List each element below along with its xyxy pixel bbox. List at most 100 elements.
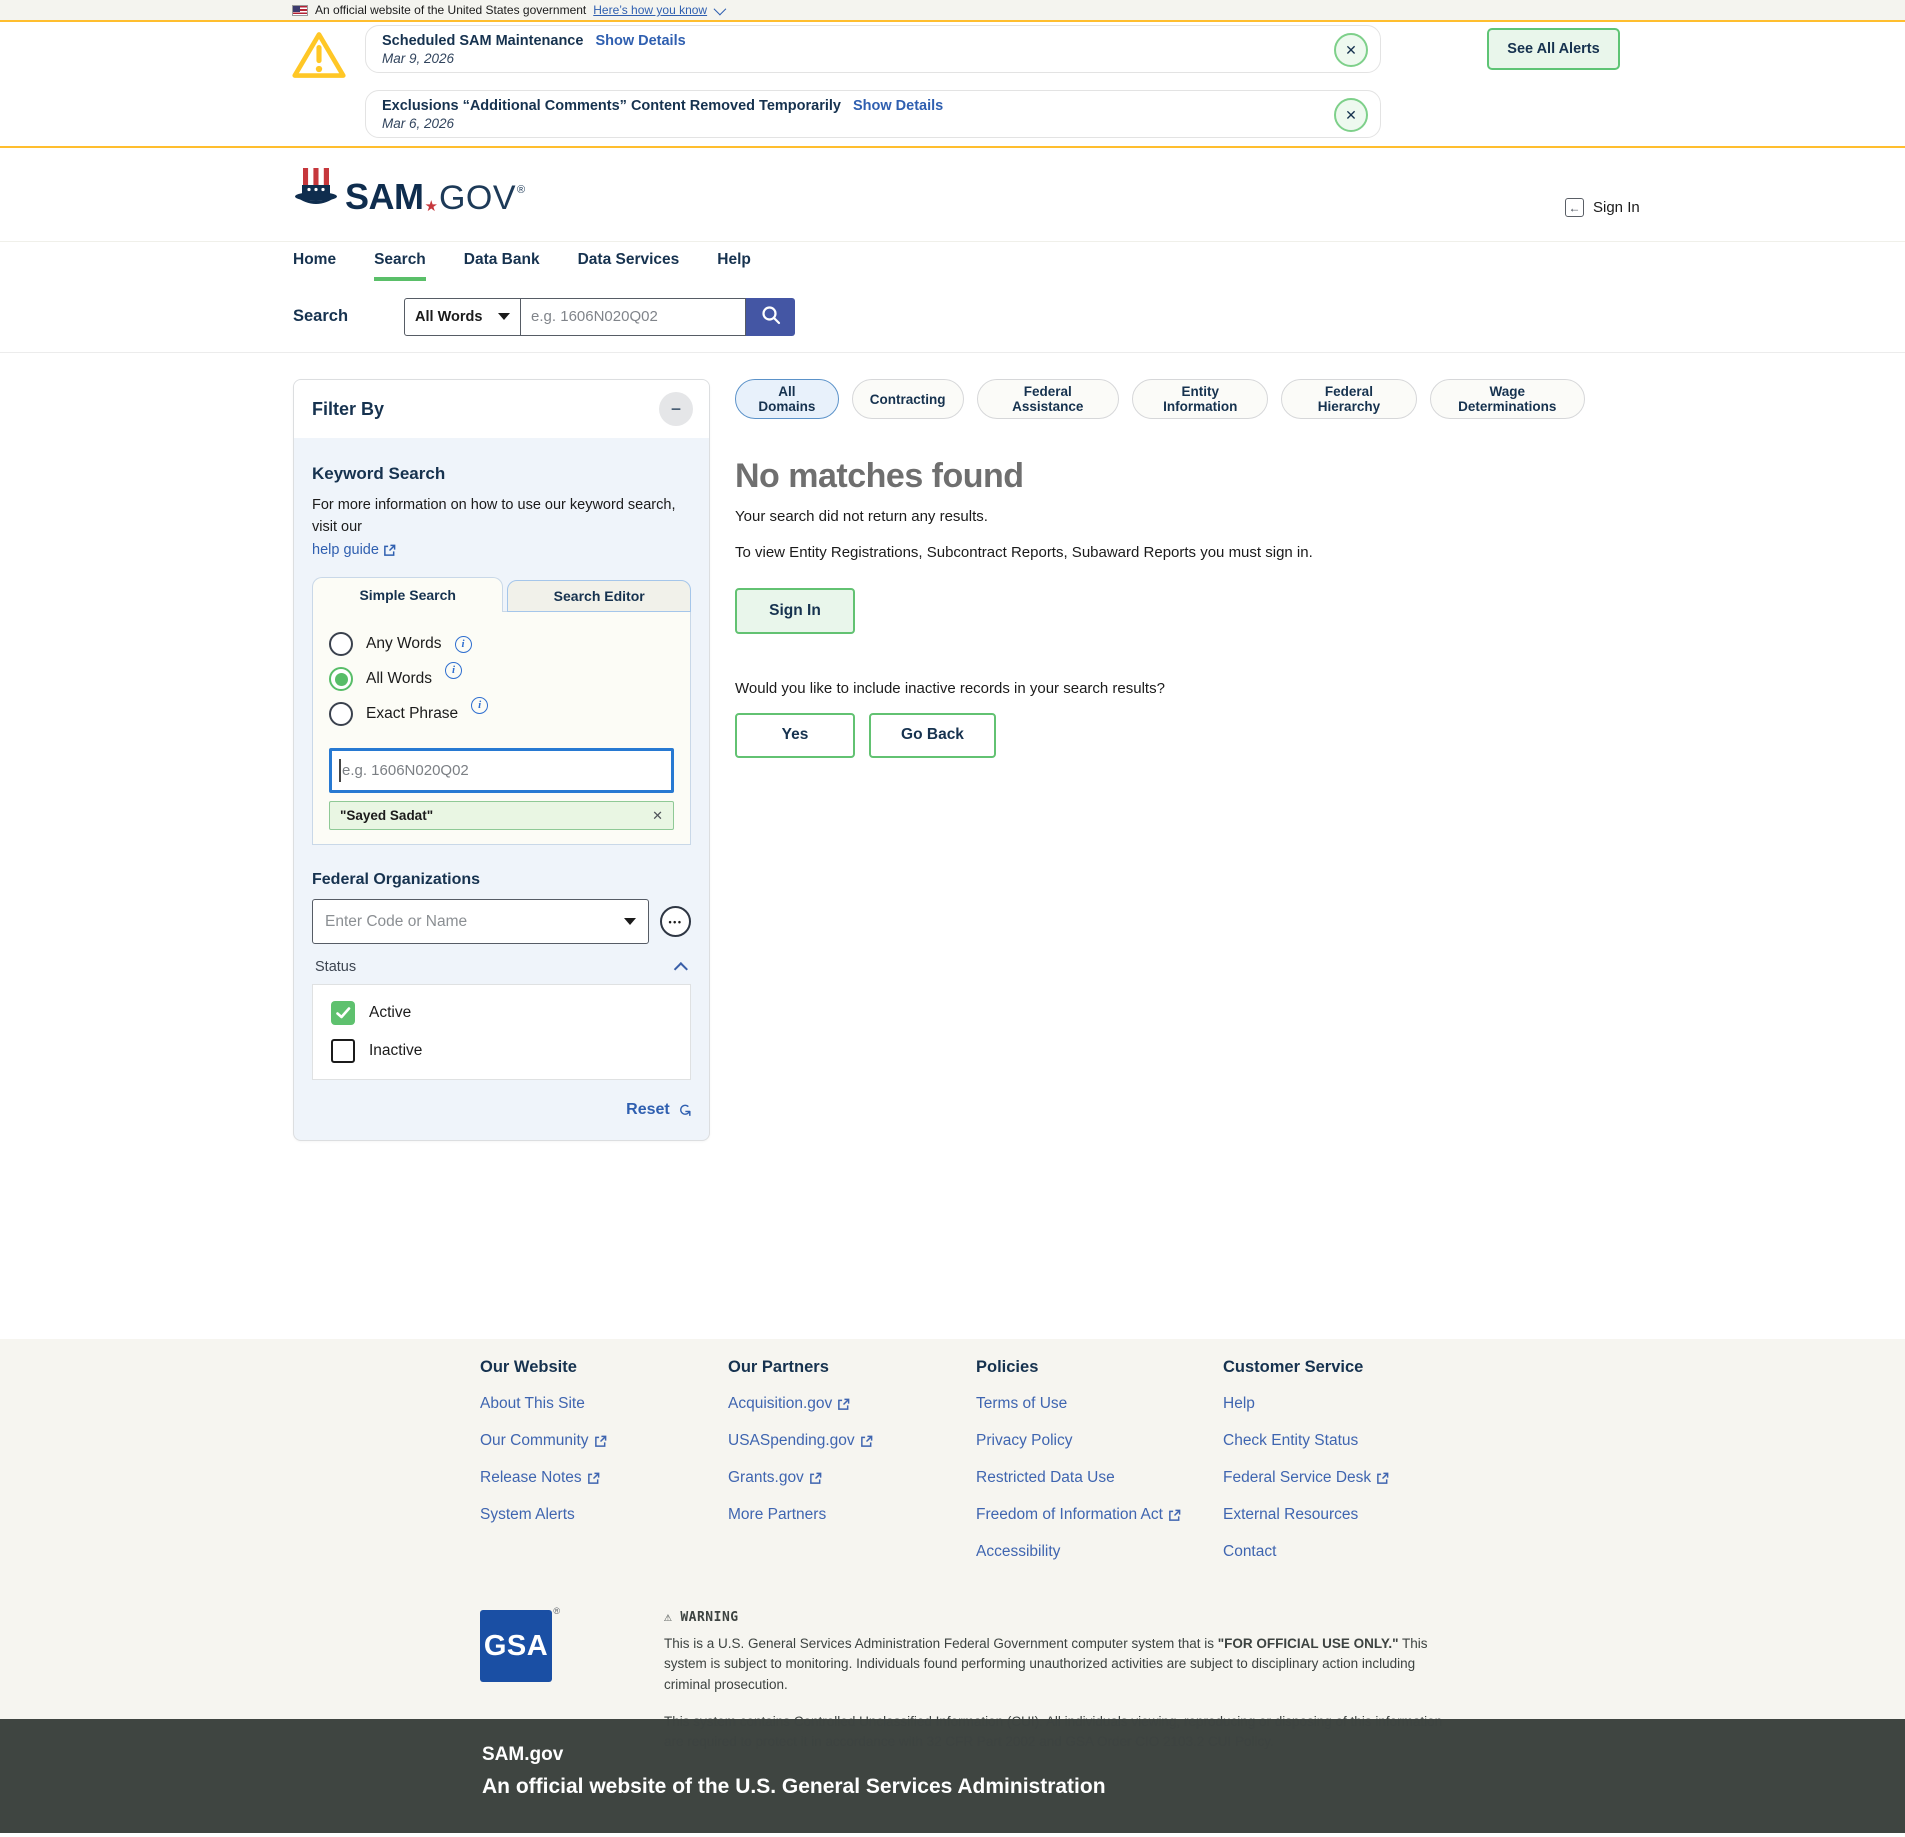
footer-link-contact[interactable]: Contact (1223, 1543, 1523, 1561)
nav-item-data-services[interactable]: Data Services (578, 242, 680, 281)
pill-federal-assistance[interactable]: Federal Assistance (977, 379, 1120, 419)
footer-link-federal-service-desk[interactable]: Federal Service Desk (1223, 1469, 1523, 1487)
footer-link-terms-of-use[interactable]: Terms of Use (976, 1395, 1223, 1413)
status-options: Active Inactive (312, 984, 691, 1080)
help-guide-link[interactable]: help guide (312, 539, 396, 561)
go-back-button[interactable]: Go Back (869, 713, 996, 758)
checkbox-inactive[interactable] (331, 1039, 355, 1063)
sign-in-required-text: To view Entity Registrations, Subcontrac… (735, 542, 1355, 564)
logo-sam-text: SAM (345, 179, 424, 215)
search-results: All Domains Contracting Federal Assistan… (735, 379, 1585, 758)
nav-item-help[interactable]: Help (717, 242, 751, 281)
alert-show-details-link[interactable]: Show Details (595, 33, 685, 49)
yes-button[interactable]: Yes (735, 713, 855, 758)
site-header: SAM ★ GOV ® ← Sign In (0, 148, 1905, 241)
header-sign-in-link[interactable]: ← Sign In (1565, 198, 1640, 217)
nav-item-data-bank[interactable]: Data Bank (464, 242, 540, 281)
external-link-icon (1168, 1509, 1181, 1522)
footer-link-acquisition-gov[interactable]: Acquisition.gov (728, 1395, 976, 1413)
keyword-info-text: For more information on how to use our k… (312, 497, 675, 535)
gsa-logo: GSA ® (480, 1610, 552, 1682)
tab-search-editor[interactable]: Search Editor (507, 580, 691, 612)
filter-panel: Filter By − Keyword Search For more info… (293, 379, 710, 1141)
checkbox-label: Active (369, 1004, 411, 1022)
chevron-up-icon[interactable] (674, 962, 688, 976)
info-icon[interactable]: i (455, 636, 472, 653)
info-icon[interactable]: i (445, 662, 462, 679)
main-nav: Home Search Data Bank Data Services Help (0, 241, 1905, 281)
footer-link-system-alerts[interactable]: System Alerts (480, 1506, 728, 1524)
federal-org-combobox[interactable] (312, 899, 649, 944)
footer-link-external-resources[interactable]: External Resources (1223, 1506, 1523, 1524)
alerts-section: Scheduled SAM Maintenance Show Details M… (0, 22, 1905, 148)
pill-federal-hierarchy[interactable]: Federal Hierarchy (1281, 379, 1416, 419)
alert-title: Exclusions “Additional Comments” Content… (382, 98, 841, 114)
footer-link-grants-gov[interactable]: Grants.gov (728, 1469, 976, 1487)
external-link-icon (594, 1435, 607, 1448)
collapse-filters-icon[interactable]: − (659, 392, 693, 426)
radio-label: All Words (366, 670, 432, 688)
magnifier-icon (760, 304, 782, 329)
reset-filters-link[interactable]: Reset (626, 1101, 670, 1119)
footer-col-our-website: Our Website About This Site Our Communit… (480, 1358, 728, 1580)
no-matches-title: No matches found (735, 457, 1585, 496)
alert-date: Mar 6, 2026 (382, 116, 1320, 131)
warning-paragraph-2: This system contains Controlled Unclassi… (664, 1712, 1459, 1753)
footer-link-foia[interactable]: Freedom of Information Act (976, 1506, 1223, 1524)
radio-any-words[interactable] (329, 632, 353, 656)
footer-col-policies: Policies Terms of Use Privacy Policy Res… (976, 1358, 1223, 1580)
footer-heading: Customer Service (1223, 1358, 1523, 1377)
footer-link-restricted-data-use[interactable]: Restricted Data Use (976, 1469, 1223, 1487)
check-icon (336, 1007, 351, 1019)
footer-link-help[interactable]: Help (1223, 1395, 1523, 1413)
keyword-tabs: Simple Search Search Editor (312, 577, 691, 612)
search-submit-button[interactable] (746, 298, 795, 336)
search-bar-row: Search All Words (0, 281, 1905, 353)
sign-in-button[interactable]: Sign In (735, 588, 855, 634)
search-label: Search (293, 307, 348, 326)
federal-organizations-heading: Federal Organizations (312, 871, 691, 889)
footer-link-privacy-policy[interactable]: Privacy Policy (976, 1432, 1223, 1450)
nav-item-home[interactable]: Home (293, 242, 336, 281)
search-mode-select[interactable]: All Words (404, 298, 521, 336)
keyword-chip: "Sayed Sadat" ✕ (329, 801, 674, 830)
footer-link-accessibility[interactable]: Accessibility (976, 1543, 1223, 1561)
footer-link-our-community[interactable]: Our Community (480, 1432, 728, 1450)
pill-all-domains[interactable]: All Domains (735, 379, 839, 419)
radio-exact-phrase[interactable] (329, 702, 353, 726)
footer-link-more-partners[interactable]: More Partners (728, 1506, 976, 1524)
footer-link-release-notes[interactable]: Release Notes (480, 1469, 728, 1487)
chip-remove-icon[interactable]: ✕ (652, 808, 663, 824)
footer-link-check-entity-status[interactable]: Check Entity Status (1223, 1432, 1523, 1450)
keyword-search-input[interactable] (329, 748, 674, 793)
alert-close-icon[interactable]: ✕ (1334, 33, 1368, 67)
radio-all-words[interactable] (329, 667, 353, 691)
pill-contracting[interactable]: Contracting (852, 379, 964, 419)
banner-how-you-know-link[interactable]: Here’s how you know (593, 3, 707, 17)
checkbox-active[interactable] (331, 1001, 355, 1025)
pill-entity-information[interactable]: Entity Information (1132, 379, 1268, 419)
site-footer: Our Website About This Site Our Communit… (0, 1339, 1905, 1719)
global-search-input[interactable] (521, 298, 746, 336)
info-icon[interactable]: i (471, 697, 488, 714)
sam-gov-logo[interactable]: SAM ★ GOV ® (293, 166, 525, 215)
tab-simple-search[interactable]: Simple Search (312, 577, 503, 612)
alert-maintenance: Scheduled SAM Maintenance Show Details M… (365, 25, 1381, 73)
external-link-icon (837, 1398, 850, 1411)
refresh-icon[interactable]: ↻ (674, 1103, 694, 1117)
pill-wage-determinations[interactable]: Wage Determinations (1430, 379, 1586, 419)
footer-link-usaspending-gov[interactable]: USASpending.gov (728, 1432, 976, 1450)
external-link-icon (1376, 1472, 1389, 1485)
see-all-alerts-button[interactable]: See All Alerts (1487, 28, 1620, 70)
nav-item-search[interactable]: Search (374, 242, 426, 281)
external-link-icon (809, 1472, 822, 1485)
uncle-sam-hat-icon (293, 166, 339, 215)
logo-star-icon: ★ (425, 199, 438, 214)
footer-heading: Our Partners (728, 1358, 976, 1377)
caret-down-icon[interactable] (624, 918, 636, 925)
alert-show-details-link[interactable]: Show Details (853, 98, 943, 114)
alert-close-icon[interactable]: ✕ (1334, 98, 1368, 132)
footer-link-about-this-site[interactable]: About This Site (480, 1395, 728, 1413)
footer-col-our-partners: Our Partners Acquisition.gov USASpending… (728, 1358, 976, 1580)
org-hierarchy-more-icon[interactable]: ••• (660, 906, 691, 937)
